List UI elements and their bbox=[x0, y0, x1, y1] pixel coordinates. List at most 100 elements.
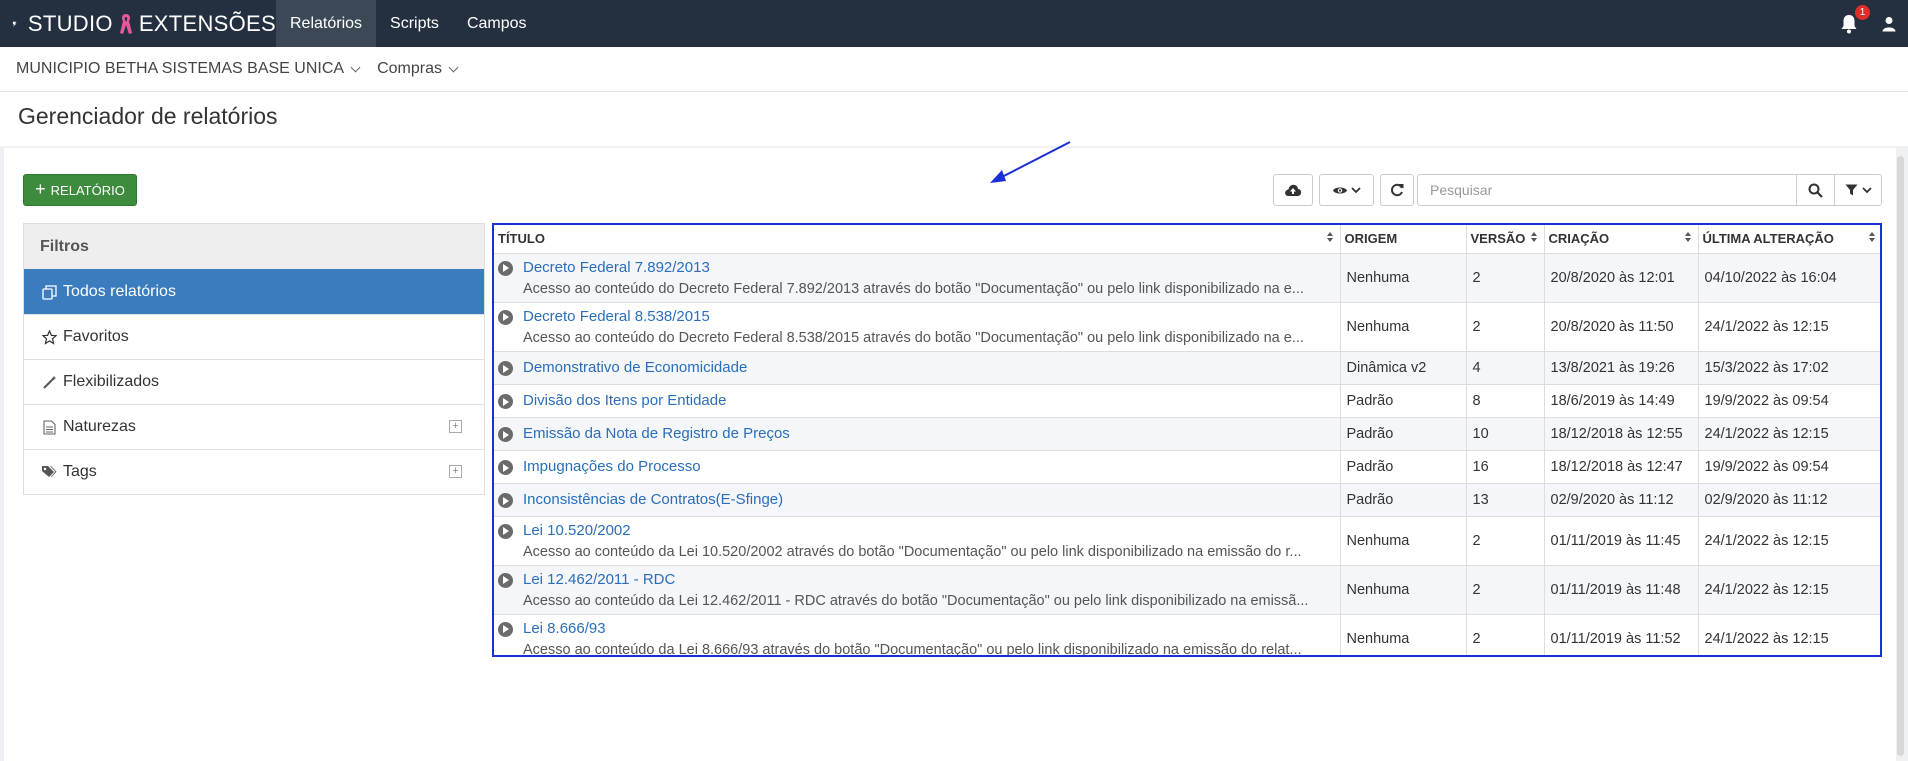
pink-ribbon-icon bbox=[119, 13, 132, 34]
report-description: Acesso ao conteúdo da Lei 10.520/2002 at… bbox=[523, 543, 1302, 560]
cell-criacao: 18/12/2018 às 12:47 bbox=[1544, 450, 1699, 484]
plus-icon: + bbox=[35, 179, 46, 199]
expand-icon[interactable]: + bbox=[449, 420, 462, 433]
report-description: Acesso ao conteúdo do Decreto Federal 8.… bbox=[523, 329, 1304, 346]
cell-titulo: Demonstrativo de Economicidade bbox=[494, 351, 1341, 385]
report-title-link[interactable]: Divisão dos Itens por Entidade bbox=[523, 392, 726, 409]
filters-panel: Filtros Todos relatórios Favoritos Flexi… bbox=[23, 223, 485, 495]
user-icon[interactable] bbox=[1882, 16, 1896, 32]
cell-ultima-alteracao: 24/1/2022 às 12:15 bbox=[1698, 516, 1880, 566]
brand-left: STUDIO bbox=[27, 10, 113, 36]
filter-label: Flexibilizados bbox=[63, 373, 160, 390]
table-row[interactable]: Emissão da Nota de Registro de Preços Pad… bbox=[494, 417, 1880, 451]
sort-icon bbox=[1326, 232, 1333, 242]
filter-label: Tags bbox=[63, 463, 97, 480]
report-title-link[interactable]: Inconsistências de Contratos(E-Sfinge) bbox=[523, 491, 783, 508]
cell-ultima-alteracao: 19/9/2022 às 09:54 bbox=[1698, 450, 1880, 484]
cell-origem: Nenhuma bbox=[1340, 302, 1467, 352]
copy-icon bbox=[41, 284, 57, 300]
search-button[interactable] bbox=[1797, 174, 1835, 206]
play-icon[interactable] bbox=[498, 309, 513, 325]
filter-naturezas[interactable]: Naturezas + bbox=[24, 404, 484, 449]
column-header-ultima-alteracao[interactable]: ÚLTIMA ALTERAÇÃO bbox=[1698, 225, 1880, 254]
column-header-criacao[interactable]: CRIAÇÃO bbox=[1544, 225, 1699, 254]
cell-criacao: 01/11/2019 às 11:52 bbox=[1544, 614, 1699, 655]
report-title-link[interactable]: Demonstrativo de Economicidade bbox=[523, 359, 747, 376]
report-title-link[interactable]: Lei 10.520/2002 bbox=[523, 522, 1339, 539]
report-title-link[interactable]: Impugnações do Processo bbox=[523, 458, 701, 475]
chevron-down-icon bbox=[448, 62, 459, 72]
cell-titulo: Inconsistências de Contratos(E-Sfinge) bbox=[494, 483, 1341, 517]
table-row[interactable]: Lei 12.462/2011 - RDC Acesso ao conteúdo … bbox=[494, 565, 1880, 615]
report-title-link[interactable]: Decreto Federal 7.892/2013 bbox=[523, 259, 1339, 276]
breadcrumb-system[interactable]: Compras bbox=[377, 60, 459, 78]
nav-scripts[interactable]: Scripts bbox=[376, 0, 453, 47]
cell-ultima-alteracao: 04/10/2022 às 16:04 bbox=[1698, 253, 1880, 303]
play-icon[interactable] bbox=[498, 260, 513, 276]
play-icon[interactable] bbox=[498, 361, 513, 376]
column-header-origem[interactable]: ORIGEM bbox=[1340, 225, 1467, 254]
play-icon[interactable] bbox=[498, 460, 513, 475]
refresh-button[interactable] bbox=[1380, 174, 1414, 206]
caret-down-icon bbox=[1351, 187, 1361, 194]
table-row[interactable]: Impugnações do Processo Padrão 16 18/12/201… bbox=[494, 450, 1880, 484]
report-title-link[interactable]: Lei 8.666/93 bbox=[523, 620, 1339, 637]
expand-icon[interactable]: + bbox=[449, 465, 462, 478]
cell-versao: 13 bbox=[1466, 483, 1545, 517]
page-scrollbar[interactable] bbox=[1897, 156, 1904, 756]
eye-icon bbox=[1333, 187, 1347, 193]
report-title-link[interactable]: Lei 12.462/2011 - RDC bbox=[523, 571, 1339, 588]
visibility-dropdown-button[interactable] bbox=[1319, 174, 1374, 206]
play-icon[interactable] bbox=[498, 621, 513, 637]
play-icon[interactable] bbox=[498, 427, 513, 442]
cell-versao: 4 bbox=[1466, 351, 1545, 385]
studio-logo-icon bbox=[12, 21, 17, 27]
cell-origem: Nenhuma bbox=[1340, 516, 1467, 566]
cell-ultima-alteracao: 24/1/2022 às 12:15 bbox=[1698, 302, 1880, 352]
table-row[interactable]: Lei 10.520/2002 Acesso ao conteúdo da Lei… bbox=[494, 516, 1880, 566]
table-row[interactable]: Divisão dos Itens por Entidade Padrão 8 18/… bbox=[494, 384, 1880, 418]
search-input[interactable]: Pesquisar bbox=[1417, 174, 1797, 206]
cell-criacao: 02/9/2020 às 11:12 bbox=[1544, 483, 1699, 517]
filter-favoritos[interactable]: Favoritos bbox=[24, 314, 484, 359]
column-header-versao[interactable]: VERSÃO bbox=[1466, 225, 1545, 254]
nav-relatorios[interactable]: Relatórios bbox=[276, 0, 377, 47]
play-icon[interactable] bbox=[498, 394, 513, 409]
filter-todos-relatorios[interactable]: Todos relatórios bbox=[24, 269, 484, 314]
column-header-label: ÚLTIMA ALTERAÇÃO bbox=[1702, 231, 1834, 247]
notifications-button[interactable]: 1 bbox=[1840, 4, 1870, 34]
column-header-titulo[interactable]: TÍTULO bbox=[494, 225, 1341, 254]
upload-button[interactable] bbox=[1273, 174, 1313, 206]
cell-origem: Padrão bbox=[1340, 417, 1467, 451]
table-row[interactable]: Decreto Federal 7.892/2013 Acesso ao cont… bbox=[494, 253, 1880, 303]
cell-versao: 2 bbox=[1466, 565, 1545, 615]
cell-versao: 2 bbox=[1466, 516, 1545, 566]
cell-origem: Padrão bbox=[1340, 450, 1467, 484]
cell-versao: 8 bbox=[1466, 384, 1545, 418]
filter-tags[interactable]: Tags + bbox=[24, 449, 484, 494]
filter-dropdown-button[interactable] bbox=[1835, 174, 1882, 206]
sort-icon bbox=[1868, 232, 1875, 242]
report-title-link[interactable]: Decreto Federal 8.538/2015 bbox=[523, 308, 1339, 325]
brand[interactable]: STUDIO EXTENSÕES bbox=[0, 0, 276, 47]
filter-flexibilizados[interactable]: Flexibilizados bbox=[24, 359, 484, 404]
column-header-label: ORIGEM bbox=[1344, 231, 1398, 247]
play-icon[interactable] bbox=[498, 523, 513, 539]
add-report-button[interactable]: + RELATÓRIO bbox=[23, 174, 137, 206]
play-icon[interactable] bbox=[498, 493, 513, 508]
nav-campos[interactable]: Campos bbox=[453, 0, 541, 47]
cell-versao: 16 bbox=[1466, 450, 1545, 484]
cell-origem: Padrão bbox=[1340, 483, 1467, 517]
filter-label: Todos relatórios bbox=[63, 283, 176, 300]
report-description: Acesso ao conteúdo da Lei 8.666/93 atrav… bbox=[523, 641, 1302, 657]
cell-versao: 2 bbox=[1466, 302, 1545, 352]
table-row[interactable]: Lei 8.666/93 Acesso ao conteúdo da Lei 8.… bbox=[494, 614, 1880, 657]
magic-wand-icon bbox=[41, 374, 57, 390]
table-row[interactable]: Demonstrativo de Economicidade Dinâmica v… bbox=[494, 351, 1880, 385]
table-row[interactable]: Decreto Federal 8.538/2015 Acesso ao cont… bbox=[494, 302, 1880, 352]
play-icon[interactable] bbox=[498, 572, 513, 588]
breadcrumb-entity[interactable]: MUNICIPIO BETHA SISTEMAS BASE UNICA bbox=[16, 60, 361, 78]
filters-header: Filtros bbox=[24, 224, 484, 269]
table-row[interactable]: Inconsistências de Contratos(E-Sfinge) Pa… bbox=[494, 483, 1880, 517]
report-title-link[interactable]: Emissão da Nota de Registro de Preços bbox=[523, 425, 790, 442]
